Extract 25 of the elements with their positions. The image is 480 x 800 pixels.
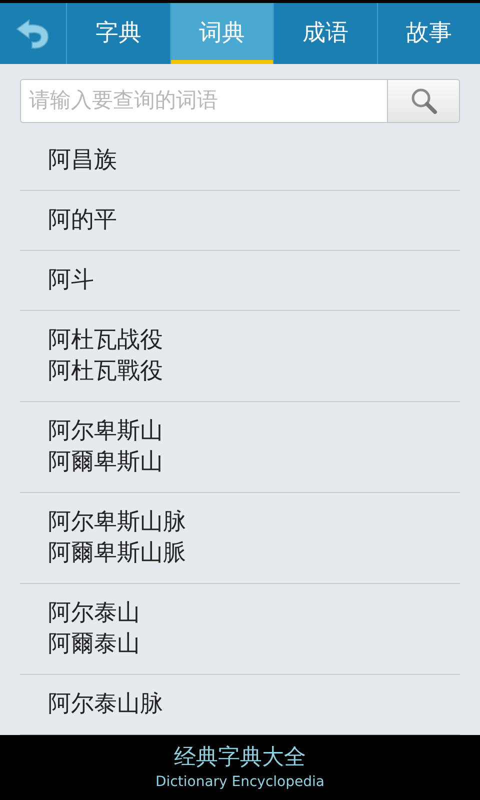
word-text: 阿尔泰山脉 [48,690,164,719]
word-text: 阿的平 [48,206,118,235]
word-list-item[interactable]: 阿尔卑斯山脉 阿爾卑斯山脈 [20,493,460,584]
word-text: 阿爾卑斯山脈 [48,539,187,568]
app-title: 经典字典大全 [174,744,306,772]
word-list-item[interactable]: 阿的平 [20,191,460,251]
word-list-item[interactable]: 阿昌族 [20,131,460,191]
word-text: 阿杜瓦战役 [48,326,164,355]
word-text: 阿爾泰山 [48,630,141,659]
word-text: 阿杜瓦戰役 [48,357,164,386]
word-text: 阿尔卑斯山 [48,417,164,446]
app-subtitle: Dictionary Encyclopedia [156,772,324,792]
word-list-item[interactable]: 阿杜瓦战役 阿杜瓦戰役 [20,311,460,402]
word-list-item[interactable]: 阿斗 [20,251,460,311]
word-text: 阿斗 [48,266,95,295]
back-arrow-icon [15,18,51,48]
word-text: 阿尔泰山 [48,599,141,628]
search-icon [410,87,438,115]
search-button[interactable] [388,79,460,123]
word-list-item[interactable]: 阿尔卑斯山 阿爾卑斯山 [20,402,460,493]
word-text: 阿尔卑斯山脉 [48,508,187,537]
word-text: 阿爾卑斯山 [48,448,164,477]
word-list-item[interactable]: 阿尔泰山 阿爾泰山 [20,584,460,675]
word-text: 阿昌族 [48,146,118,175]
search-field[interactable]: 请输入要查询的词语 [20,79,388,123]
